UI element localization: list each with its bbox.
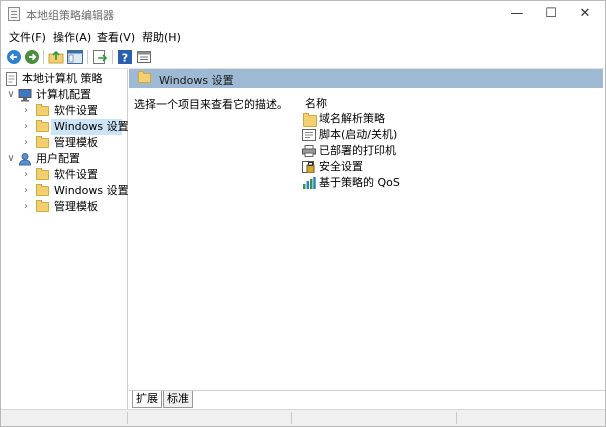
tree-computer-config-label: 计算机配置 [36,88,91,101]
tree-root-label: 本地计算机 策略 [22,72,103,85]
tree-label: 管理模板 [54,200,98,213]
security-icon [302,161,315,173]
chevron-right-icon[interactable]: › [21,199,31,215]
chevron-right-icon[interactable]: › [21,119,31,135]
script-icon [302,129,316,141]
status-divider [456,412,457,424]
list-item-label: 安全设置 [319,160,363,173]
tree-label: 管理模板 [54,136,98,149]
window-title: 本地组策略编辑器 [26,9,114,22]
menu-bar: 文件(F) 操作(A) 查看(V) 帮助(H) [1,27,605,46]
tree-item-computer-software[interactable]: › 软件设置 [21,103,121,119]
maximize-button[interactable]: ☐ [534,1,568,27]
toolbar-separator [112,50,113,64]
status-bar [1,409,605,426]
tree-item-computer-config[interactable]: ∨ 计算机配置 [6,87,124,103]
tab-standard[interactable]: 标准 [163,391,193,408]
tree-item-root[interactable]: 本地计算机 策略 [5,71,125,87]
tree-item-computer-windows-settings[interactable]: › Windows 设置 [21,119,129,135]
details-header-title: Windows 设置 [159,74,234,87]
user-icon [18,153,32,166]
tab-extended[interactable]: 扩展 [132,391,162,408]
console-tree: 本地计算机 策略 ∨ 计算机配置 › 软件设置 › Windows 设置 › 管… [1,69,129,409]
printer-icon [302,145,316,157]
toolbar: ? [1,46,605,69]
tree-item-user-software[interactable]: › 软件设置 [21,167,121,183]
toolbar-separator [43,50,44,64]
show-hide-tree-icon[interactable] [67,49,83,65]
details-pane: Windows 设置 选择一个项目来查看它的描述。 名称 域名解析策略 脚本(启… [129,69,605,409]
help-icon[interactable]: ? [117,49,133,65]
app-icon [8,7,20,21]
menu-action[interactable]: 操作(A) [53,29,91,45]
tree-user-config-label: 用户配置 [36,152,80,165]
forward-arrow-icon[interactable] [24,49,40,65]
list-item-label: 域名解析策略 [319,112,385,125]
list-item-label: 已部署的打印机 [319,144,396,157]
group-policy-editor-window: 本地组策略编辑器 — ☐ ✕ 文件(F) 操作(A) 查看(V) 帮助(H) ? [0,0,606,427]
computer-icon [18,89,32,102]
properties-icon[interactable] [136,49,152,65]
close-button[interactable]: ✕ [568,1,602,27]
status-divider [291,412,292,424]
toolbar-separator [87,50,88,64]
chevron-right-icon[interactable]: › [21,135,31,151]
folder-icon [36,168,49,180]
chevron-down-icon[interactable]: ∨ [6,151,16,167]
tree-label: Windows 设置 [54,120,129,133]
qos-chart-icon [303,177,316,189]
chevron-right-icon[interactable]: › [21,183,31,199]
up-folder-icon[interactable] [48,49,64,65]
tree-item-user-admin-templates[interactable]: › 管理模板 [21,199,121,215]
tree-item-computer-admin-templates[interactable]: › 管理模板 [21,135,121,151]
description-text: 选择一个项目来查看它的描述。 [134,98,288,111]
menu-view[interactable]: 查看(V) [97,29,135,45]
chevron-right-icon[interactable]: › [21,103,31,119]
folder-icon [138,71,151,83]
menu-help[interactable]: 帮助(H) [142,29,181,45]
folder-icon [36,120,49,132]
folder-icon [36,104,49,116]
menu-file[interactable]: 文件(F) [9,29,46,45]
tree-label: 软件设置 [54,168,98,181]
minimize-button[interactable]: — [500,1,534,27]
tree-label: 软件设置 [54,104,98,117]
column-header-name[interactable]: 名称 [305,95,327,111]
title-bar: 本地组策略编辑器 — ☐ ✕ [1,1,605,27]
tree-label: Windows 设置 [54,184,129,197]
policy-document-icon [6,72,17,86]
back-arrow-icon[interactable] [6,49,22,65]
tree-item-user-windows-settings[interactable]: › Windows 设置 [21,183,129,199]
folder-icon [36,200,49,212]
svg-text:?: ? [122,52,128,65]
export-list-icon[interactable] [92,49,108,65]
view-tabs: 扩展 标准 [129,390,605,410]
folder-icon [36,136,49,148]
folder-icon [36,184,49,196]
status-divider [127,412,128,424]
list-item-label: 基于策略的 QoS [319,176,400,189]
folder-icon [303,113,317,127]
details-header: Windows 设置 [129,69,603,88]
chevron-down-icon[interactable]: ∨ [6,87,16,103]
list-item-label: 脚本(启动/关机) [319,128,398,141]
tree-item-user-config[interactable]: ∨ 用户配置 [6,151,124,167]
chevron-right-icon[interactable]: › [21,167,31,183]
